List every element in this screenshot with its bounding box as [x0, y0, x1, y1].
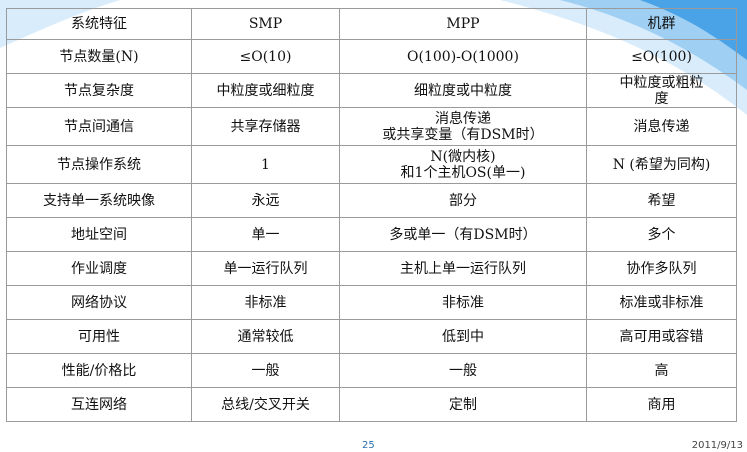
table-row: 支持单一系统映像 永远 部分 希望: [6, 183, 737, 218]
table-cell: 希望: [586, 183, 737, 218]
table-cell: O(100)-O(1000): [339, 39, 587, 74]
table-cell: 高可用或容错: [586, 319, 737, 354]
table-cell: 共享存储器: [191, 107, 340, 146]
header-cell: 系统特征: [6, 8, 192, 40]
row-label-cell: 地址空间: [6, 217, 192, 252]
row-label-cell: 节点间通信: [6, 107, 192, 146]
table-cell: 中粒度或细粒度: [191, 73, 340, 108]
table-cell: 一般: [339, 353, 587, 388]
table-cell: 主机上单一运行队列: [339, 251, 587, 286]
table-cell: 商用: [586, 387, 737, 422]
table-cell: 非标准: [191, 285, 340, 320]
row-label-cell: 性能/价格比: [6, 353, 192, 388]
table-cell: 多或单一（有DSM时）: [339, 217, 587, 252]
row-label-cell: 作业调度: [6, 251, 192, 286]
table-row: 地址空间 单一 多或单一（有DSM时） 多个: [6, 217, 737, 252]
row-label-cell: 可用性: [6, 319, 192, 354]
table-cell: ≤O(10): [191, 39, 340, 74]
header-cell: MPP: [339, 8, 587, 40]
row-label-cell: 节点数量(N): [6, 39, 192, 74]
table-cell: 单一: [191, 217, 340, 252]
table-cell: 非标准: [339, 285, 587, 320]
header-cell: SMP: [191, 8, 340, 40]
table-cell: 细粒度或中粒度: [339, 73, 587, 108]
table-cell: N (希望为同构): [586, 145, 737, 184]
table-cell: ≤O(100): [586, 39, 737, 74]
table-cell: 低到中: [339, 319, 587, 354]
table-cell: 1: [191, 145, 340, 184]
row-label-cell: 节点操作系统: [6, 145, 192, 184]
slide-date: 2011/9/13: [691, 440, 743, 451]
table-header-row: 系统特征 SMP MPP 机群: [6, 8, 737, 40]
table-row: 网络协议 非标准 非标准 标准或非标准: [6, 285, 737, 320]
table-cell: 永远: [191, 183, 340, 218]
table-cell: 部分: [339, 183, 587, 218]
table-row: 节点数量(N) ≤O(10) O(100)-O(1000) ≤O(100): [6, 39, 737, 74]
table-cell: N(微内核) 和1个主机OS(单一): [339, 145, 587, 184]
table-row: 互连网络 总线/交叉开关 定制 商用: [6, 387, 737, 422]
table-cell: 消息传递 或共享变量（有DSM时）: [339, 107, 587, 146]
table-cell: 标准或非标准: [586, 285, 737, 320]
table-cell: 消息传递: [586, 107, 737, 146]
comparison-table: 系统特征 SMP MPP 机群 节点数量(N) ≤O(10) O(100)-O(…: [6, 8, 737, 422]
table-cell: 高: [586, 353, 737, 388]
table-cell: 总线/交叉开关: [191, 387, 340, 422]
row-label-cell: 互连网络: [6, 387, 192, 422]
table-row: 节点间通信 共享存储器 消息传递 或共享变量（有DSM时） 消息传递: [6, 107, 737, 146]
header-cell: 机群: [586, 8, 737, 40]
table-cell: 通常较低: [191, 319, 340, 354]
row-label-cell: 网络协议: [6, 285, 192, 320]
row-label-cell: 支持单一系统映像: [6, 183, 192, 218]
table-row: 节点复杂度 中粒度或细粒度 细粒度或中粒度 中粒度或粗粒 度: [6, 73, 737, 108]
table-cell: 协作多队列: [586, 251, 737, 286]
table-cell: 中粒度或粗粒 度: [586, 73, 737, 108]
table-cell: 多个: [586, 217, 737, 252]
slide: 系统特征 SMP MPP 机群 节点数量(N) ≤O(10) O(100)-O(…: [0, 0, 747, 452]
table-cell: 单一运行队列: [191, 251, 340, 286]
table-row: 性能/价格比 一般 一般 高: [6, 353, 737, 388]
table-cell: 一般: [191, 353, 340, 388]
row-label-cell: 节点复杂度: [6, 73, 192, 108]
table-row: 可用性 通常较低 低到中 高可用或容错: [6, 319, 737, 354]
table-cell: 定制: [339, 387, 587, 422]
page-number: 25: [362, 440, 375, 451]
table-row: 作业调度 单一运行队列 主机上单一运行队列 协作多队列: [6, 251, 737, 286]
table-row: 节点操作系统 1 N(微内核) 和1个主机OS(单一) N (希望为同构): [6, 145, 737, 184]
